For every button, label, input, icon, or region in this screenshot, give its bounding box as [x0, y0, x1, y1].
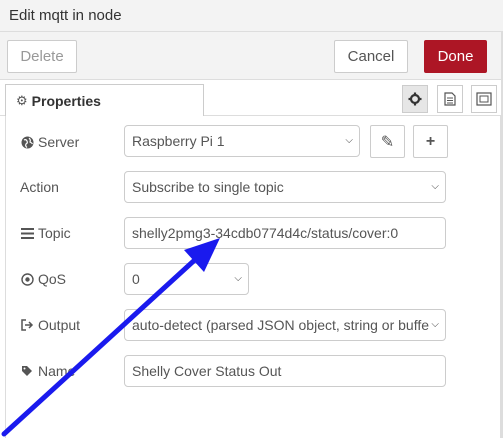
annotation-arrow: [1, 238, 220, 437]
